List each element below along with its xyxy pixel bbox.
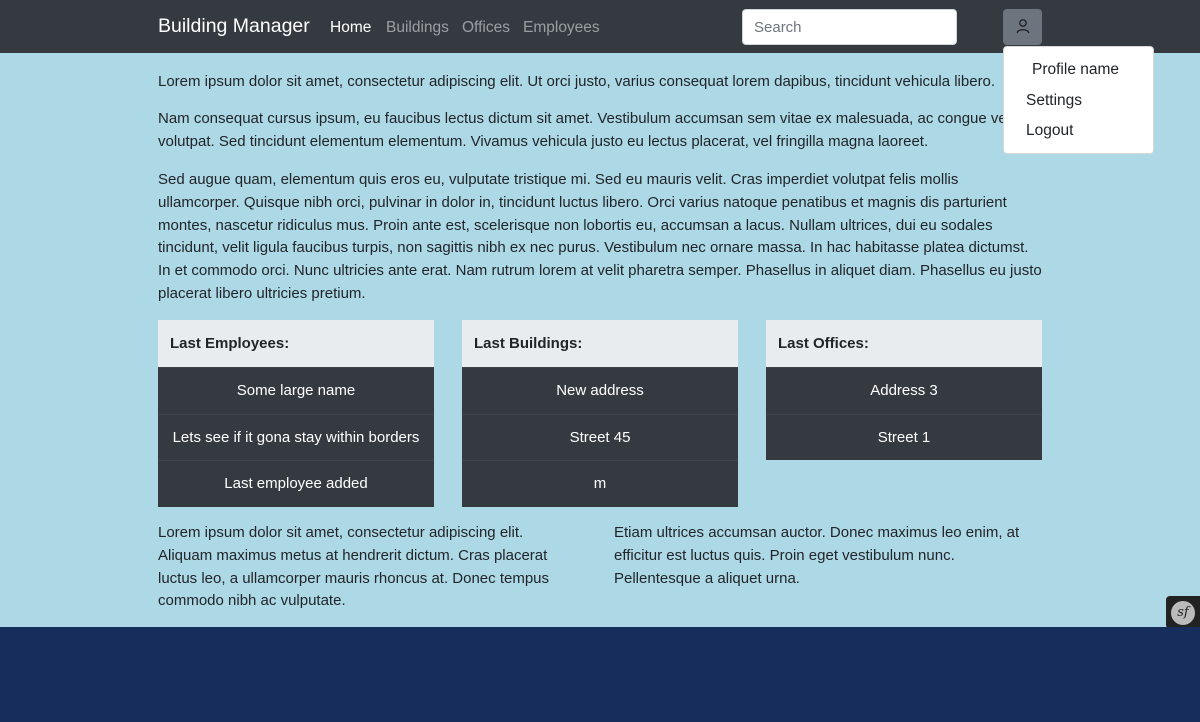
card-title: Last Offices: — [766, 320, 1042, 367]
nav-link-home[interactable]: Home — [330, 19, 371, 37]
list-item: New address — [462, 367, 738, 414]
nav-link-buildings[interactable]: Buildings — [386, 19, 449, 37]
profile-menu-button[interactable] — [1003, 9, 1042, 45]
settings-menu-item[interactable]: Settings — [1004, 86, 1153, 116]
list-item: m — [462, 460, 738, 507]
nav-link-employees[interactable]: Employees — [523, 19, 600, 37]
profile-name-header: Profile name — [1032, 61, 1120, 78]
bottom-column-right: Etiam ultrices accumsan auctor. Donec ma… — [614, 524, 1020, 587]
nav-link-offices[interactable]: Offices — [462, 19, 510, 37]
list-item: Street 1 — [766, 413, 1042, 461]
user-icon — [1015, 18, 1031, 37]
list-item: Last employee added — [158, 460, 434, 507]
debug-toolbar-toggle[interactable]: sf — [1166, 596, 1200, 629]
intro-paragraph-2: Nam consequat cursus ipsum, eu faucibus … — [158, 110, 1018, 150]
logout-menu-item[interactable]: Logout — [1004, 116, 1153, 146]
last-offices-card: Last Offices: Address 3 Street 1 — [766, 320, 1042, 460]
page-footer — [0, 627, 1200, 722]
list-item: Lets see if it gona stay within borders — [158, 413, 434, 461]
intro-paragraph-3: Sed augue quam, elementum quis eros eu, … — [158, 171, 1042, 302]
search-input[interactable] — [742, 9, 957, 45]
intro-paragraph-1: Lorem ipsum dolor sit amet, consectetur … — [158, 73, 996, 90]
profile-dropdown-menu: Profile name Settings Logout — [1003, 46, 1154, 154]
card-title: Last Employees: — [158, 320, 434, 367]
list-item: Address 3 — [766, 367, 1042, 414]
card-title: Last Buildings: — [462, 320, 738, 367]
list-item: Some large name — [158, 367, 434, 414]
list-item: Street 45 — [462, 413, 738, 461]
last-employees-card: Last Employees: Some large name Lets see… — [158, 320, 434, 507]
brand-link[interactable]: Building Manager — [158, 15, 310, 38]
last-buildings-card: Last Buildings: New address Street 45 m — [462, 320, 738, 507]
bottom-column-left: Lorem ipsum dolor sit amet, consectetur … — [158, 524, 550, 610]
symfony-icon: sf — [1171, 600, 1195, 625]
